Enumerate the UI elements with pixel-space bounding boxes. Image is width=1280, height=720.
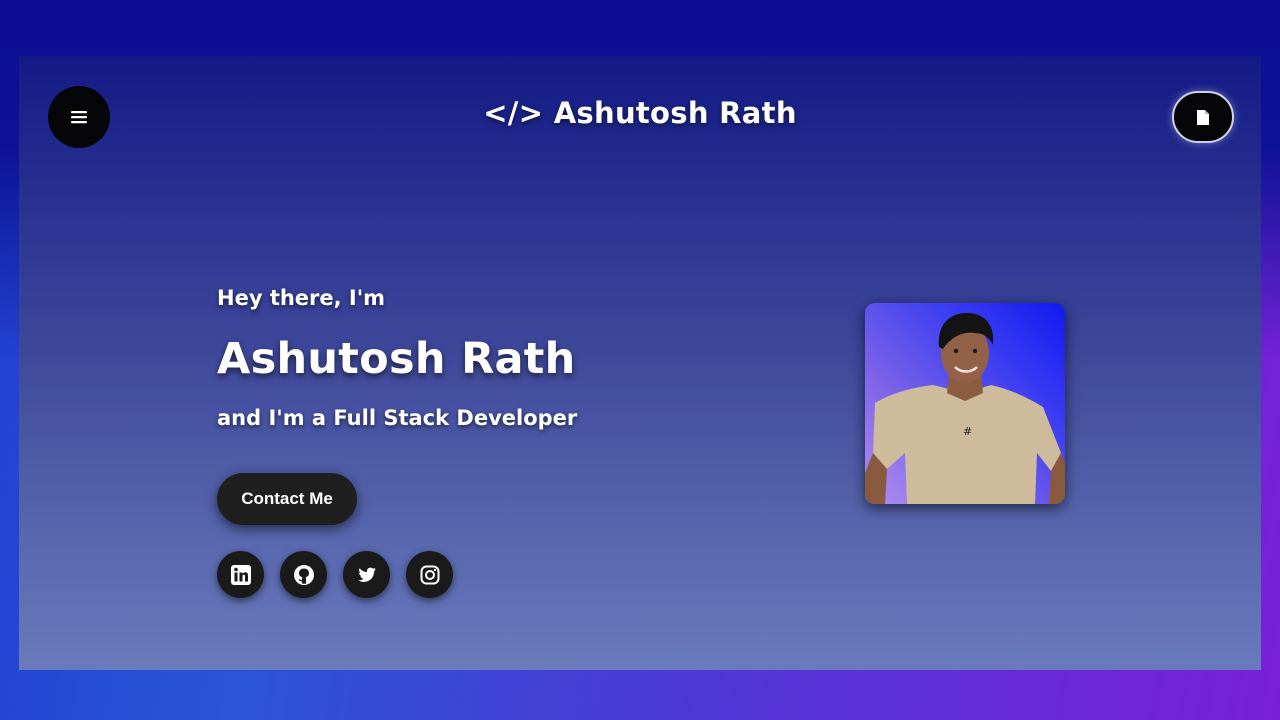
- resume-button[interactable]: [1172, 91, 1234, 143]
- hero-name: Ashutosh Rath: [217, 334, 576, 384]
- site-brand[interactable]: </> Ashutosh Rath: [19, 96, 1261, 130]
- svg-text:#: #: [963, 425, 972, 438]
- contact-me-button[interactable]: Contact Me: [217, 473, 357, 525]
- linkedin-link[interactable]: [217, 551, 264, 598]
- profile-photo: #: [865, 303, 1065, 504]
- instagram-icon: [420, 565, 439, 584]
- hero-role: and I'm a Full Stack Developer: [217, 406, 578, 430]
- github-icon: [293, 564, 314, 585]
- linkedin-icon: [230, 564, 251, 585]
- github-link[interactable]: [280, 551, 327, 598]
- twitter-link[interactable]: [343, 551, 390, 598]
- portfolio-window: </> Ashutosh Rath Hey there, I'm Ashutos…: [19, 56, 1261, 670]
- social-links: [217, 551, 453, 598]
- person-portrait-icon: #: [865, 313, 1065, 504]
- instagram-link[interactable]: [406, 551, 453, 598]
- twitter-icon: [357, 567, 376, 582]
- hero-greeting: Hey there, I'm: [217, 286, 386, 310]
- document-icon: [1197, 109, 1209, 125]
- hero-section: Hey there, I'm Ashutosh Rath and I'm a F…: [217, 286, 577, 430]
